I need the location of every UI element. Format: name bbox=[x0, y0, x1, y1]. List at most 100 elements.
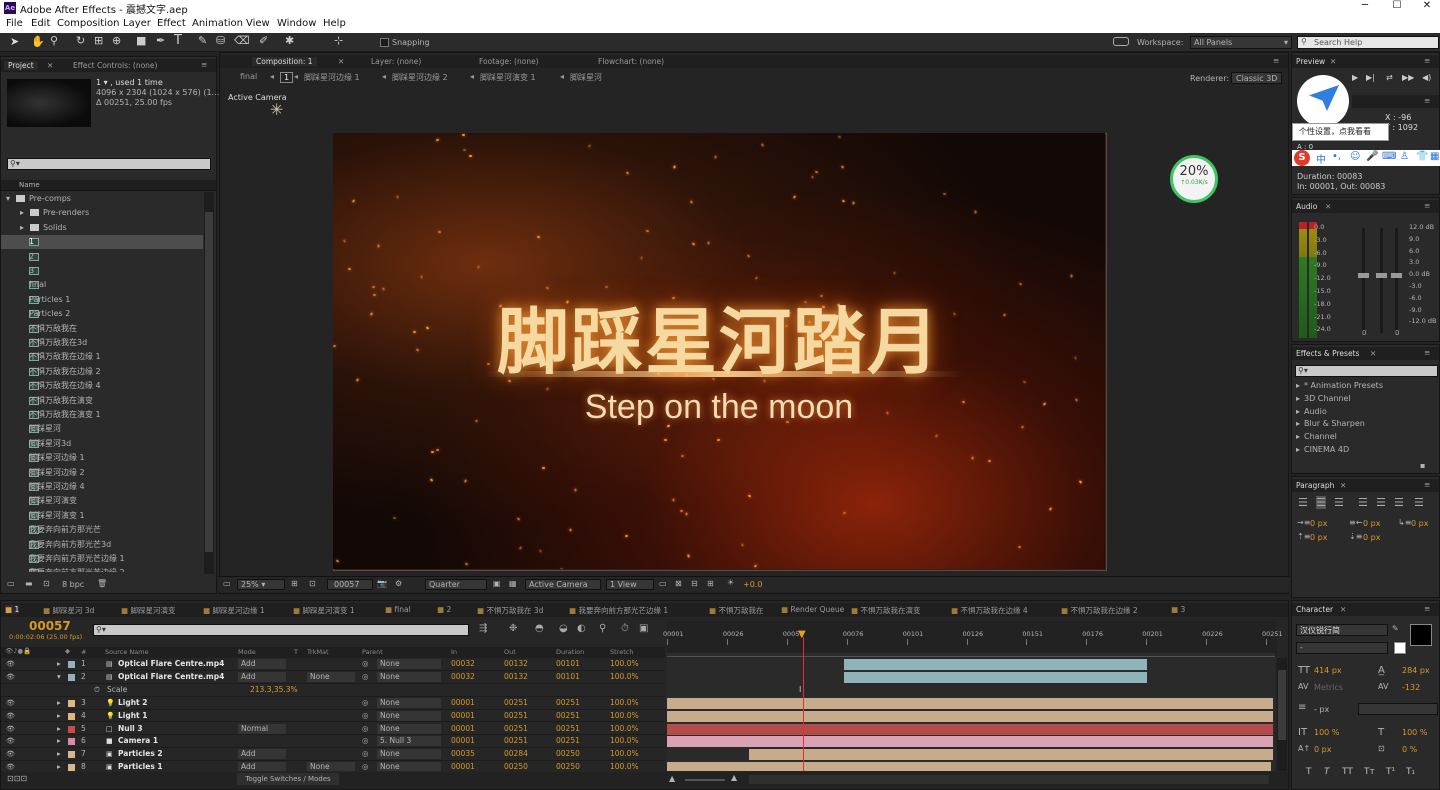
close-icon[interactable]: ✕ bbox=[1340, 605, 1346, 614]
visibility-eye-icon[interactable]: 👁 bbox=[6, 671, 15, 684]
work-area-bar[interactable] bbox=[667, 653, 1275, 657]
menu-view[interactable]: View bbox=[246, 18, 270, 29]
menu-effect[interactable]: Effect bbox=[157, 18, 186, 29]
pan-behind-tool-icon[interactable]: ⊕ bbox=[112, 34, 121, 47]
time-ruler[interactable]: 00001 00026 00051 00076 00101 00126 00151 00176… bbox=[663, 621, 1283, 657]
volume-slider-left[interactable] bbox=[1358, 228, 1369, 333]
project-tree-item[interactable]: 我要奔向前方那光芒边缘 2 bbox=[1, 566, 203, 572]
clone-stamp-tool-icon[interactable]: ⛁ bbox=[216, 34, 225, 47]
space-before-value[interactable]: 0 px bbox=[1310, 533, 1327, 542]
layer-duration[interactable]: 00251 bbox=[556, 697, 580, 710]
layer-mode-dropdown[interactable]: Add bbox=[238, 762, 286, 771]
toggle-switches-modes-button[interactable]: Toggle Switches / Modes bbox=[237, 773, 339, 785]
layer-stretch[interactable]: 100.0% bbox=[610, 735, 639, 748]
visibility-eye-icon[interactable]: 👁 bbox=[6, 761, 15, 771]
disclosure-triangle-icon[interactable]: ▸ bbox=[20, 206, 24, 220]
breadcrumb-item[interactable]: 脚踩星河 bbox=[570, 72, 602, 83]
breadcrumb-item[interactable]: 脚踩星河边缘 2 bbox=[392, 72, 448, 83]
pick-whip-icon[interactable]: ◎ bbox=[362, 697, 369, 710]
justify-all-icon[interactable]: ☰ bbox=[1414, 496, 1424, 509]
layer-duration-bar[interactable] bbox=[749, 749, 1273, 761]
selection-tool-icon[interactable]: ➤ bbox=[10, 35, 19, 48]
horizontal-scale-value[interactable]: 100 % bbox=[1402, 728, 1427, 737]
layer-mode-dropdown[interactable]: Add bbox=[238, 749, 286, 760]
pick-whip-icon[interactable]: ◎ bbox=[362, 748, 369, 761]
stroke-width-value[interactable]: - px bbox=[1314, 705, 1329, 714]
layer-label-color[interactable] bbox=[68, 751, 75, 759]
layer-duration[interactable]: 00251 bbox=[556, 723, 580, 736]
breadcrumb-item[interactable]: 脚踩星河边缘 1 bbox=[304, 72, 360, 83]
camera-tool-icon[interactable]: ⊞ bbox=[94, 34, 103, 47]
layer-duration[interactable]: 00251 bbox=[556, 710, 580, 723]
toggle-pixel-aspect-icon[interactable]: ▭ bbox=[659, 579, 667, 588]
layer-mode-dropdown[interactable]: Normal bbox=[238, 723, 286, 734]
effects-category[interactable]: ▸ 3D Channel bbox=[1292, 393, 1427, 405]
layer-out-point[interactable]: 00251 bbox=[504, 735, 528, 748]
align-left-icon[interactable]: ☰ bbox=[1298, 496, 1308, 509]
layer-label-color[interactable] bbox=[68, 738, 75, 746]
tab-flowchart[interactable]: Flowchart: (none) bbox=[598, 57, 664, 66]
layer-in-point[interactable]: 00001 bbox=[451, 697, 475, 710]
pick-whip-icon[interactable]: ◎ bbox=[362, 671, 369, 684]
align-right-icon[interactable]: ☰ bbox=[1334, 496, 1344, 509]
camera-view-dropdown[interactable]: Active Camera bbox=[525, 579, 601, 590]
project-tree-item[interactable]: 我要奔向前方那光芒边缘 1 bbox=[1, 552, 203, 566]
panel-menu-icon[interactable]: ≡ bbox=[1424, 201, 1430, 210]
subscript-icon[interactable]: T₁ bbox=[1406, 767, 1415, 777]
justify-left-icon[interactable]: ☰ bbox=[1358, 496, 1368, 509]
justify-center-icon[interactable]: ☰ bbox=[1376, 496, 1386, 509]
layer-duration-bar[interactable] bbox=[667, 736, 1273, 748]
chinese-mode-icon[interactable]: 中 bbox=[1316, 151, 1326, 166]
motion-blur-icon[interactable]: ◐ bbox=[577, 623, 586, 634]
pick-whip-icon[interactable]: ◎ bbox=[362, 723, 369, 736]
roto-brush-tool-icon[interactable]: ✐ bbox=[259, 34, 268, 47]
timeline-tab[interactable]: ■ 脚踩星河边缘 1 bbox=[203, 605, 265, 616]
always-preview-icon[interactable]: ▭ bbox=[223, 579, 231, 588]
new-folder-icon[interactable]: ▬ bbox=[25, 579, 33, 588]
volume-slider-right[interactable] bbox=[1376, 228, 1387, 333]
layer-parent-dropdown[interactable]: None bbox=[377, 723, 441, 734]
layer-stretch[interactable]: 100.0% bbox=[610, 658, 639, 671]
rotate-tool-icon[interactable]: ↻ bbox=[76, 34, 85, 47]
faux-italic-icon[interactable]: T bbox=[1324, 767, 1330, 777]
layer-name[interactable]: Light 2 bbox=[118, 697, 147, 710]
expand-layer-icon[interactable]: ⊡⊡⊡ bbox=[7, 774, 27, 783]
skin-icon[interactable]: 👕 bbox=[1416, 151, 1428, 162]
new-preset-icon[interactable]: ▪ bbox=[1420, 461, 1425, 470]
close-icon[interactable]: ✕ bbox=[1370, 349, 1376, 358]
breadcrumb-item[interactable]: 1 bbox=[280, 72, 294, 83]
tracking-value[interactable]: -132 bbox=[1402, 683, 1420, 692]
faux-bold-icon[interactable]: T bbox=[1306, 767, 1312, 777]
user-icon[interactable]: ♙ bbox=[1400, 151, 1409, 162]
timeline-tab[interactable]: ■ 我要奔向前方那光芒边缘 1 bbox=[569, 605, 668, 616]
timeline-icon[interactable]: ⊟ bbox=[691, 579, 698, 588]
layer-name[interactable]: Camera 1 bbox=[118, 735, 158, 748]
volume-slider-master[interactable] bbox=[1391, 228, 1402, 333]
layer-duration-bar[interactable] bbox=[667, 723, 1273, 735]
visibility-eye-icon[interactable]: 👁 bbox=[6, 658, 15, 671]
eraser-tool-icon[interactable]: ⌫ bbox=[234, 34, 250, 47]
effects-category[interactable]: ▸ CINEMA 4D bbox=[1292, 444, 1427, 456]
timeline-tab[interactable]: ■ 不惧万敌我在 bbox=[709, 605, 763, 616]
timeline-tab[interactable]: ■ 脚踩星河 3d bbox=[43, 605, 94, 616]
layer-name[interactable]: Null 3 bbox=[118, 723, 143, 736]
visibility-eye-icon[interactable]: 👁 bbox=[6, 735, 15, 748]
panel-menu-icon[interactable]: ≡ bbox=[1424, 348, 1430, 357]
timeline-tab[interactable]: ■ Render Queue bbox=[781, 605, 844, 614]
layer-out-point[interactable]: 00132 bbox=[504, 671, 528, 684]
zoom-out-icon[interactable]: ▲ bbox=[669, 774, 675, 783]
play-icon[interactable]: ▶ bbox=[1352, 73, 1358, 82]
timeline-timecode[interactable]: 00057 bbox=[29, 619, 71, 633]
layer-row[interactable]: 👁 ▸ 3 💡 Light 2 ◎ None 00001 00251 00251 100.0% bbox=[1, 697, 665, 710]
effects-category[interactable]: ▸ Audio bbox=[1292, 406, 1427, 418]
bpc-label[interactable]: 8 bpc bbox=[62, 580, 84, 589]
space-after-value[interactable]: 0 px bbox=[1363, 533, 1380, 542]
disclosure-triangle-icon[interactable]: ▸ bbox=[57, 710, 61, 723]
timeline-vscroll[interactable] bbox=[1277, 658, 1287, 771]
layer-duration[interactable]: 00250 bbox=[556, 748, 580, 761]
disclosure-triangle-icon[interactable]: ▸ bbox=[57, 761, 61, 771]
tab-paragraph[interactable]: Paragraph bbox=[1296, 481, 1334, 490]
disclosure-triangle-icon[interactable]: ▸ bbox=[20, 221, 24, 235]
project-scrollbar[interactable] bbox=[204, 192, 214, 574]
timeline-search-input[interactable]: ⚲▾ bbox=[93, 624, 469, 636]
